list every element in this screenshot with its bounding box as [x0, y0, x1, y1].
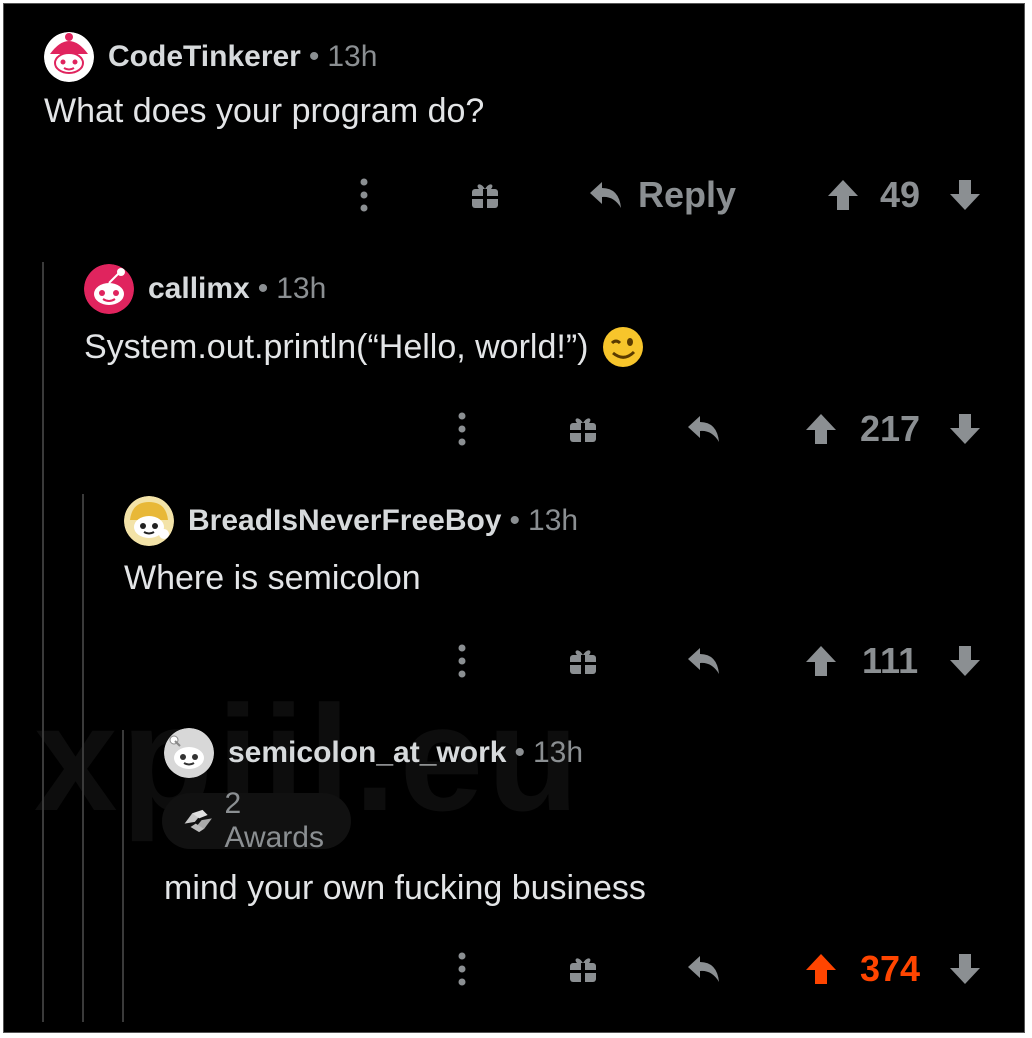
gift-icon: [472, 184, 498, 208]
downvote-arrow-icon: [950, 646, 980, 676]
downvote-button[interactable]: [948, 170, 982, 220]
separator-dot: •: [308, 40, 320, 73]
comment-thread: xpiil.eu CodeTinkerer • 13h What does yo…: [3, 3, 1025, 1033]
more-vertical-icon: [458, 412, 466, 446]
comment-body: System.out.println(“Hello, world!”): [84, 326, 644, 368]
score: 217: [860, 408, 921, 449]
comment-body-text: System.out.println(“Hello, world!”): [84, 327, 589, 366]
helping-hand-icon: [184, 809, 212, 833]
reply-label[interactable]: Reply: [638, 174, 736, 216]
more-options-button[interactable]: [457, 636, 467, 686]
comment-actions: 111: [4, 636, 1024, 686]
gift-icon: [570, 418, 596, 442]
more-options-button[interactable]: [457, 944, 467, 994]
comment-header: BreadIsNeverFreeBoy • 13h: [124, 496, 578, 546]
snoo-avatar-icon: [44, 32, 94, 82]
reply-button[interactable]: [686, 636, 722, 686]
username[interactable]: semicolon_at_work: [228, 736, 506, 770]
comment-body: mind your own fucking business: [164, 869, 646, 907]
downvote-arrow-icon: [950, 180, 980, 210]
avatar[interactable]: [124, 496, 174, 546]
more-options-button[interactable]: [359, 170, 369, 220]
give-award-button[interactable]: [568, 636, 598, 686]
avatar[interactable]: [84, 264, 134, 314]
score: 374: [860, 948, 921, 989]
more-options-button[interactable]: [457, 404, 467, 454]
awards-count: 2 Awards: [224, 787, 324, 854]
comment-header: callimx • 13h: [84, 264, 326, 314]
gift-icon: [570, 650, 596, 674]
upvote-button[interactable]: [804, 404, 838, 454]
downvote-arrow-icon: [950, 954, 980, 984]
upvote-button[interactable]: [804, 944, 838, 994]
username[interactable]: CodeTinkerer: [108, 40, 301, 74]
downvote-arrow-icon: [950, 414, 980, 444]
vote-score: 111: [862, 636, 918, 686]
more-vertical-icon: [360, 178, 368, 212]
upvote-button[interactable]: [826, 170, 860, 220]
snoo-avatar-icon: [84, 264, 134, 314]
timestamp: 13h: [528, 504, 579, 537]
winking-face-icon: [602, 326, 644, 368]
give-award-button[interactable]: [470, 170, 500, 220]
vote-score: 49: [880, 170, 920, 220]
comment-body: What does your program do?: [44, 92, 485, 130]
comment-header: CodeTinkerer • 13h: [44, 32, 377, 82]
reply-arrow-icon: [590, 182, 621, 208]
comment-header: semicolon_at_work • 13h: [164, 728, 583, 778]
upvote-arrow-icon: [806, 646, 836, 676]
score: 49: [880, 174, 921, 215]
vote-score: 374: [860, 944, 920, 994]
awards-badge[interactable]: 2 Awards: [162, 787, 352, 854]
downvote-button[interactable]: [948, 404, 982, 454]
upvote-arrow-icon: [806, 954, 836, 984]
comment-actions: 374: [4, 944, 1024, 994]
upvote-arrow-icon: [828, 180, 858, 210]
timestamp: 13h: [327, 40, 378, 73]
downvote-button[interactable]: [948, 636, 982, 686]
separator-dot: •: [514, 736, 525, 769]
more-vertical-icon: [458, 644, 466, 678]
score: 111: [862, 640, 919, 681]
reply-button[interactable]: Reply: [588, 170, 736, 220]
separator-dot: •: [509, 504, 521, 537]
avatar[interactable]: [164, 728, 214, 778]
separator-dot: •: [257, 272, 269, 305]
reply-button[interactable]: [686, 404, 722, 454]
downvote-button[interactable]: [948, 944, 982, 994]
timestamp: 13h: [532, 736, 584, 769]
thread-line-level-2[interactable]: [82, 494, 84, 1022]
reply-arrow-icon: [688, 956, 719, 982]
comment-body: Where is semicolon: [124, 559, 421, 597]
snoo-avatar-icon: [124, 496, 174, 546]
give-award-button[interactable]: [568, 404, 598, 454]
comment-actions: 217: [4, 404, 1024, 454]
reply-button[interactable]: [686, 944, 722, 994]
upvote-arrow-icon: [806, 414, 836, 444]
avatar[interactable]: [44, 32, 94, 82]
reply-arrow-icon: [688, 648, 719, 674]
timestamp: 13h: [276, 272, 327, 305]
reply-arrow-icon: [688, 416, 719, 442]
gift-icon: [570, 958, 596, 982]
comment-actions: Reply 49: [4, 170, 1024, 220]
username[interactable]: BreadIsNeverFreeBoy: [188, 504, 502, 538]
vote-score: 217: [860, 404, 920, 454]
upvote-button[interactable]: [804, 636, 838, 686]
more-vertical-icon: [458, 952, 466, 986]
username[interactable]: callimx: [148, 272, 250, 306]
snoo-avatar-icon: [164, 728, 214, 778]
give-award-button[interactable]: [568, 944, 598, 994]
